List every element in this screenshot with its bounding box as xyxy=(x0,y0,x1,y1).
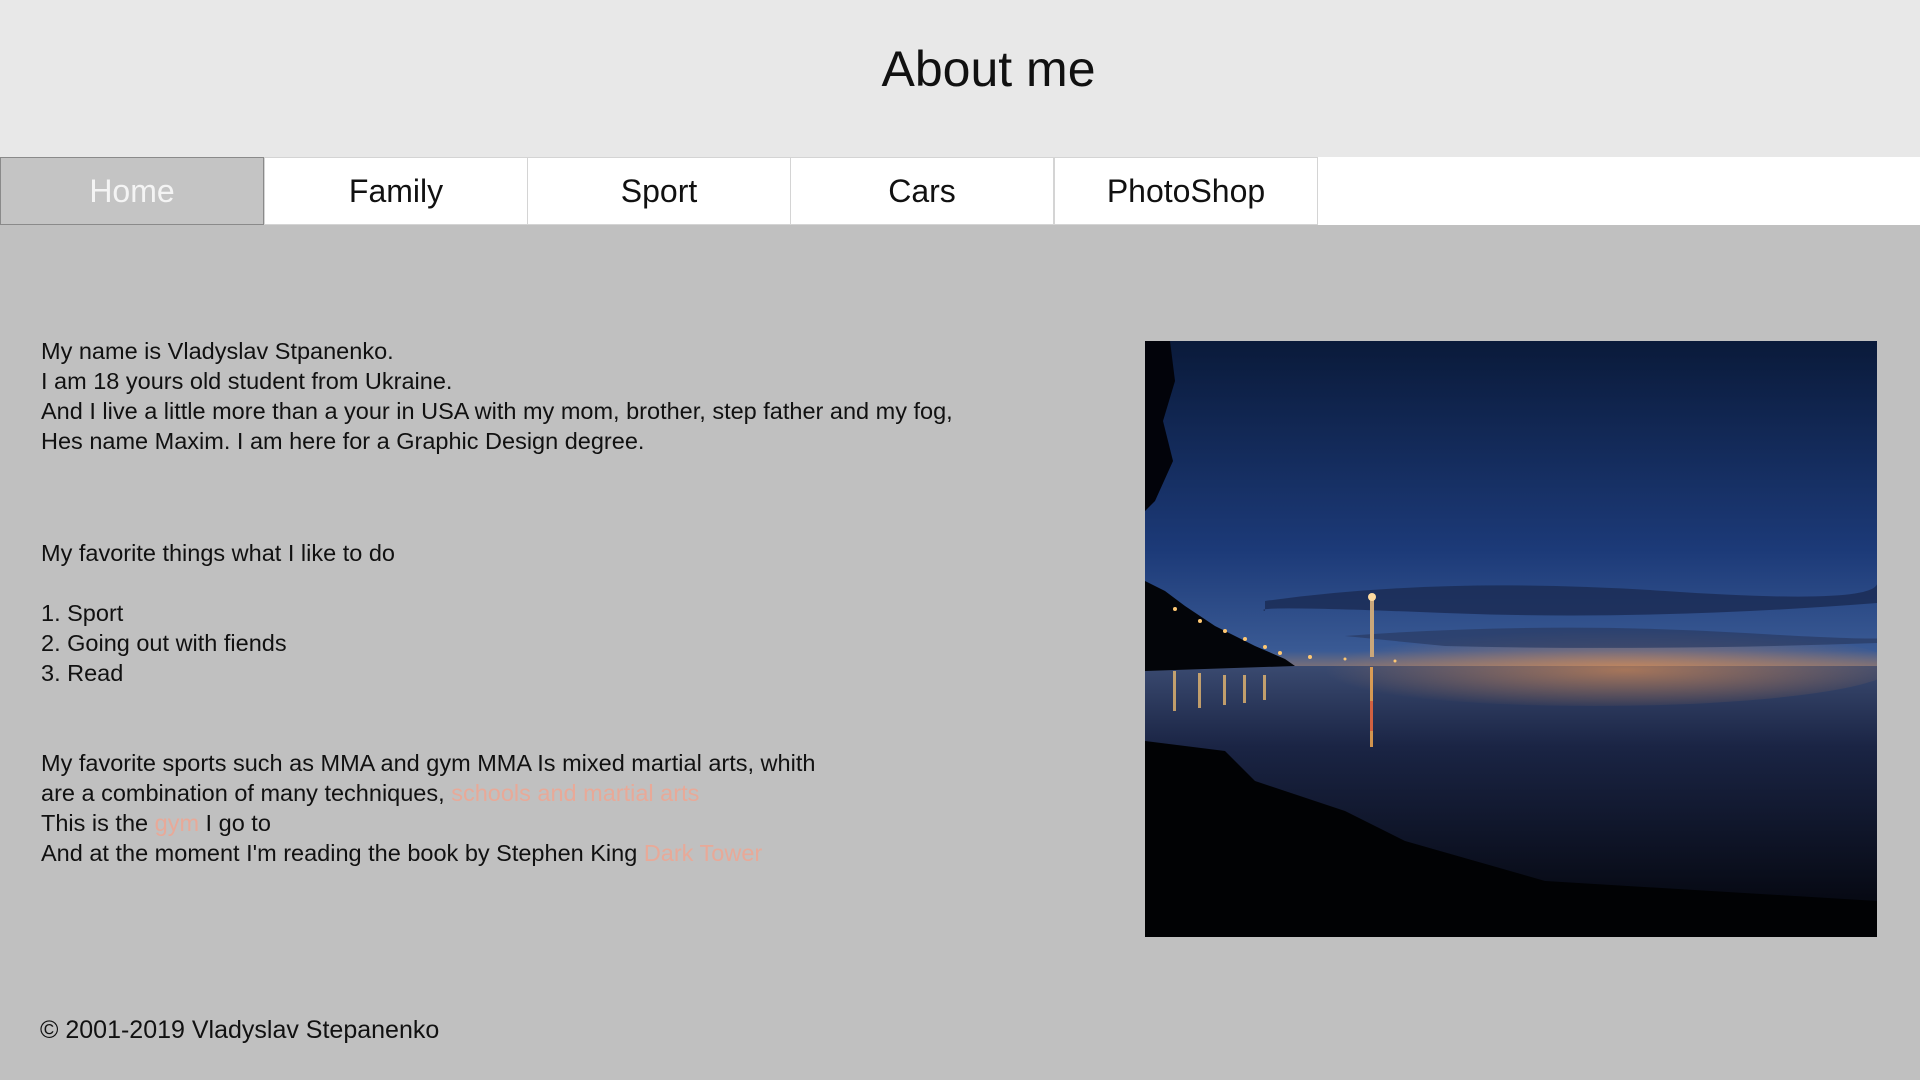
intro-line: And I live a little more than a your in … xyxy=(41,398,953,424)
intro-line: Hes name Maxim. I am here for a Graphic … xyxy=(41,428,645,454)
sports-line: This is the gym I go to xyxy=(41,808,1041,838)
main-content: My name is Vladyslav Stpanenko. I am 18 … xyxy=(41,336,1041,868)
tab-home[interactable]: Home xyxy=(0,157,264,225)
favorites-heading: My favorite things what I like to do xyxy=(41,540,395,566)
dark-tower-link[interactable]: Dark Tower xyxy=(644,840,762,866)
intro-line: I am 18 yours old student from Ukraine. xyxy=(41,368,453,394)
sports-text: I go to xyxy=(199,810,271,836)
sports-line: are a combination of many techniques, sc… xyxy=(41,778,1041,808)
list-item: 3. Read xyxy=(41,660,124,686)
sports-text: And at the moment I'm reading the book b… xyxy=(41,840,644,866)
tab-cars[interactable]: Cars xyxy=(790,157,1054,225)
footer-copyright: © 2001-2019 Vladyslav Stepanenko xyxy=(40,1016,440,1044)
nav-bar: Home Family Sport Cars PhotoShop xyxy=(0,157,1920,225)
sports-line: And at the moment I'm reading the book b… xyxy=(41,838,1041,868)
martial-arts-link[interactable]: schools and martial arts xyxy=(451,780,699,806)
tab-family[interactable]: Family xyxy=(264,157,528,225)
page-header: About me xyxy=(0,0,1920,157)
sports-text: This is the xyxy=(41,810,155,836)
page-title: About me xyxy=(881,41,1096,97)
tab-sport[interactable]: Sport xyxy=(527,157,791,225)
sports-text: are a combination of many techniques, xyxy=(41,780,452,806)
gym-link[interactable]: gym xyxy=(155,810,199,836)
list-item: 1. Sport xyxy=(41,600,124,626)
sports-line: My favorite sports such as MMA and gym M… xyxy=(41,750,816,776)
list-item: 2. Going out with fiends xyxy=(41,630,287,656)
intro-line: My name is Vladyslav Stpanenko. xyxy=(41,338,394,364)
tab-photoshop[interactable]: PhotoShop xyxy=(1054,157,1318,225)
night-lake-photo xyxy=(1145,341,1877,937)
